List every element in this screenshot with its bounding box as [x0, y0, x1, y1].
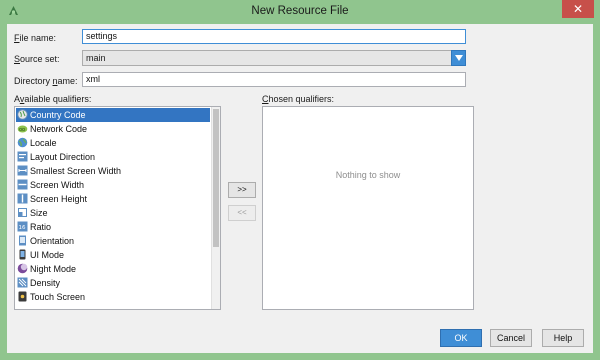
list-item[interactable]: UI Mode [16, 248, 210, 262]
available-list-scrollbar[interactable] [211, 107, 220, 309]
svg-text:16: 16 [19, 225, 26, 231]
add-qualifier-button[interactable]: >> [228, 182, 256, 198]
svg-text:oo: oo [19, 127, 25, 133]
smallest-screen-width-icon [17, 165, 28, 176]
source-set-label: Source set: [14, 54, 60, 64]
chosen-qualifiers-list[interactable]: Nothing to show [262, 106, 474, 310]
list-item[interactable]: Density [16, 276, 210, 290]
touch-screen-icon [17, 291, 28, 302]
list-item[interactable]: oo Network Code [16, 122, 210, 136]
directory-name-label: Directory name: [14, 76, 78, 86]
source-set-dropdown[interactable]: main [82, 50, 466, 66]
cancel-button[interactable]: Cancel [490, 329, 532, 347]
list-item[interactable]: Screen Height [16, 192, 210, 206]
source-set-value: main [86, 53, 106, 63]
chosen-qualifiers-label: Chosen qualifiers: [262, 94, 335, 104]
list-item[interactable]: Size [16, 206, 210, 220]
dialog-window: New Resource File ✕ File name: settings … [0, 0, 600, 360]
ratio-icon: 16 [17, 221, 28, 232]
size-icon [17, 207, 28, 218]
ok-button[interactable]: OK [440, 329, 482, 347]
list-item[interactable]: Orientation [16, 234, 210, 248]
ui-mode-icon [17, 249, 28, 260]
list-item[interactable]: Screen Width [16, 178, 210, 192]
title-bar[interactable]: New Resource File ✕ [0, 0, 600, 24]
available-qualifiers-label: Available qualifiers: [14, 94, 92, 104]
list-item[interactable]: Layout Direction [16, 150, 210, 164]
list-item[interactable]: Smallest Screen Width [16, 164, 210, 178]
screen-height-icon [17, 193, 28, 204]
dialog-body: File name: settings Source set: main Dir… [7, 24, 593, 353]
help-button[interactable]: Help [542, 329, 584, 347]
country-code-icon [17, 109, 28, 120]
scroll-thumb[interactable] [213, 109, 219, 247]
list-item[interactable]: Locale [16, 136, 210, 150]
close-button[interactable]: ✕ [562, 0, 594, 18]
list-item[interactable]: 16 Ratio [16, 220, 210, 234]
available-qualifiers-list[interactable]: Country Code oo Network Code Locale Layo… [14, 106, 221, 310]
density-icon [17, 277, 28, 288]
window-title: New Resource File [251, 5, 349, 17]
remove-qualifier-button[interactable]: << [228, 205, 256, 221]
chevron-down-icon[interactable] [451, 50, 466, 66]
list-item[interactable]: Night Mode [16, 262, 210, 276]
directory-name-input[interactable]: xml [82, 72, 466, 87]
layout-direction-icon [17, 151, 28, 162]
locale-icon [17, 137, 28, 148]
file-name-input[interactable]: settings [82, 29, 466, 44]
screen-width-icon [17, 179, 28, 190]
night-mode-icon [17, 263, 28, 274]
list-item[interactable]: Country Code [16, 108, 210, 122]
network-code-icon: oo [17, 123, 28, 134]
orientation-icon [17, 235, 28, 246]
empty-list-message: Nothing to show [335, 170, 401, 180]
file-name-label: File name: [14, 33, 57, 43]
list-item[interactable]: Touch Screen [16, 290, 210, 304]
